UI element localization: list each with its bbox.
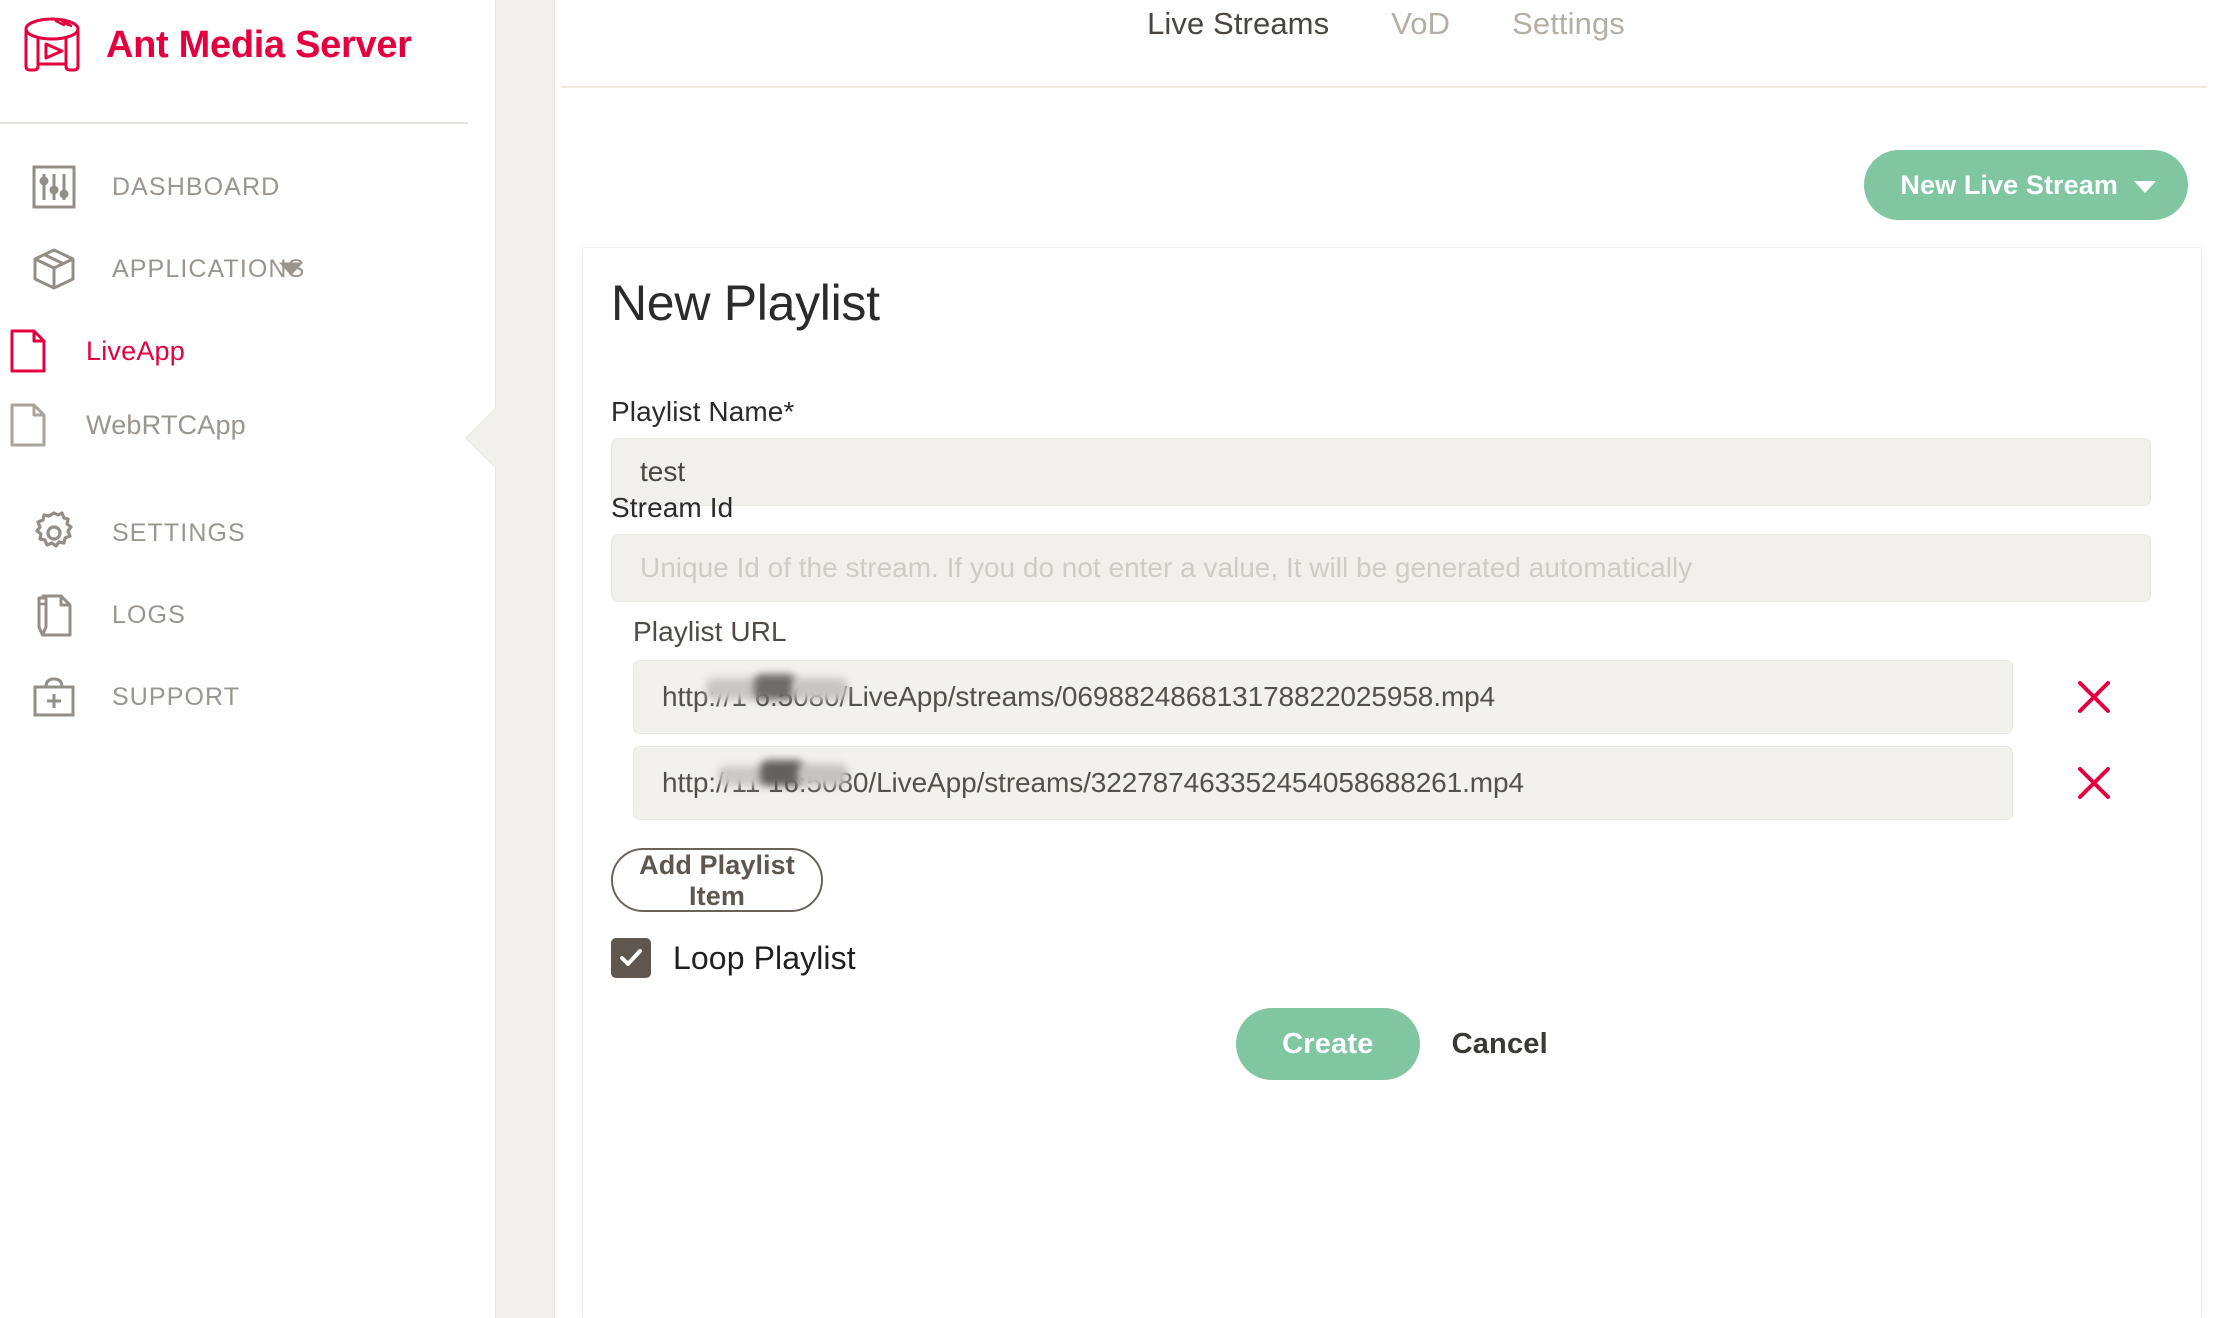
file-pencil-icon [26,587,82,643]
add-playlist-item-button[interactable]: Add Playlist Item [611,848,823,912]
form-actions: Create Cancel [583,1008,2201,1080]
remove-playlist-url-button[interactable] [2073,676,2115,718]
sidebar-item-support[interactable]: SUPPORT [0,660,495,734]
remove-playlist-url-button[interactable] [2073,762,2115,804]
checkmark-icon [617,944,645,972]
sidebar-divider [0,122,468,124]
playlist-url-row: http://11 16:5080/LiveApp/streams/322787… [633,746,2151,820]
sidebar-item-webrtcapp[interactable]: WebRTCApp [0,388,495,462]
file-icon [0,323,56,379]
playlist-url-row: http://1 6:5080/LiveApp/streams/06988248… [633,660,2151,734]
playlist-url-value: http://11 16:5080/LiveApp/streams/322787… [662,767,1524,798]
sidebar-nav: DASHBOARD APPLICATIONS LiveApp WebRTCApp… [0,150,495,734]
sidebar-item-label: LiveApp [86,335,185,366]
sliders-icon [26,159,82,215]
new-live-stream-button[interactable]: New Live Stream [1864,150,2188,220]
chevron-down-icon [2134,181,2156,193]
first-aid-kit-icon [26,669,82,725]
new-playlist-card: New Playlist Playlist Name* Stream Id Pl… [583,248,2201,1318]
sidebar-item-label: SUPPORT [112,682,241,711]
brand-title: Ant Media Server [106,23,412,66]
playlist-url-label: Playlist URL [633,616,787,647]
loop-playlist-label[interactable]: Loop Playlist [673,940,856,977]
sidebar-accent-strip [495,0,555,1318]
sidebar-item-logs[interactable]: LOGS [0,578,495,652]
box-icon [26,241,82,297]
sidebar-item-liveapp[interactable]: LiveApp [0,314,495,388]
create-button[interactable]: Create [1236,1008,1420,1080]
tab-live-streams[interactable]: Live Streams [1147,6,1329,42]
main-content: Live Streams VoD Settings New Live Strea… [556,0,2216,1318]
playlist-url-input[interactable]: http://1 6:5080/LiveApp/streams/06988248… [633,660,2013,734]
active-item-pointer-icon [466,408,496,468]
playlist-url-value: http://1 6:5080/LiveApp/streams/06988248… [662,681,1496,712]
tab-bar: Live Streams VoD Settings [556,0,2216,87]
sidebar-item-label: DASHBOARD [112,172,281,201]
chevron-down-icon[interactable] [279,262,303,276]
playlist-name-label: Playlist Name* [611,396,795,427]
loop-playlist-checkbox[interactable] [611,938,651,978]
page-title: New Playlist [611,275,880,331]
sidebar-item-dashboard[interactable]: DASHBOARD [0,150,495,224]
tab-settings[interactable]: Settings [1512,6,1625,42]
stream-id-label: Stream Id [611,492,734,523]
file-icon [0,397,56,453]
sidebar-item-settings[interactable]: SETTINGS [0,496,495,570]
playlist-name-input[interactable] [611,438,2151,506]
gear-icon [26,505,82,561]
brand-header[interactable]: Ant Media Server [18,14,412,76]
ant-media-logo-icon [18,14,86,76]
sidebar-item-label: SETTINGS [112,518,246,547]
app-root: Ant Media Server DASHBOARD APPLICATIONS … [0,0,2216,1318]
sidebar: Ant Media Server DASHBOARD APPLICATIONS … [0,0,495,1318]
cancel-button[interactable]: Cancel [1452,1028,1548,1061]
stream-id-input[interactable] [611,534,2151,602]
sidebar-item-label: WebRTCApp [86,409,246,440]
playlist-url-input[interactable]: http://11 16:5080/LiveApp/streams/322787… [633,746,2013,820]
tab-vod[interactable]: VoD [1391,6,1450,42]
sidebar-item-applications[interactable]: APPLICATIONS [0,232,495,306]
loop-playlist-row: Loop Playlist [611,938,856,978]
tab-bar-divider [561,86,2207,88]
new-live-stream-label: New Live Stream [1900,169,2118,200]
sidebar-item-label: LOGS [112,600,186,629]
sidebar-item-label: APPLICATIONS [112,254,306,283]
